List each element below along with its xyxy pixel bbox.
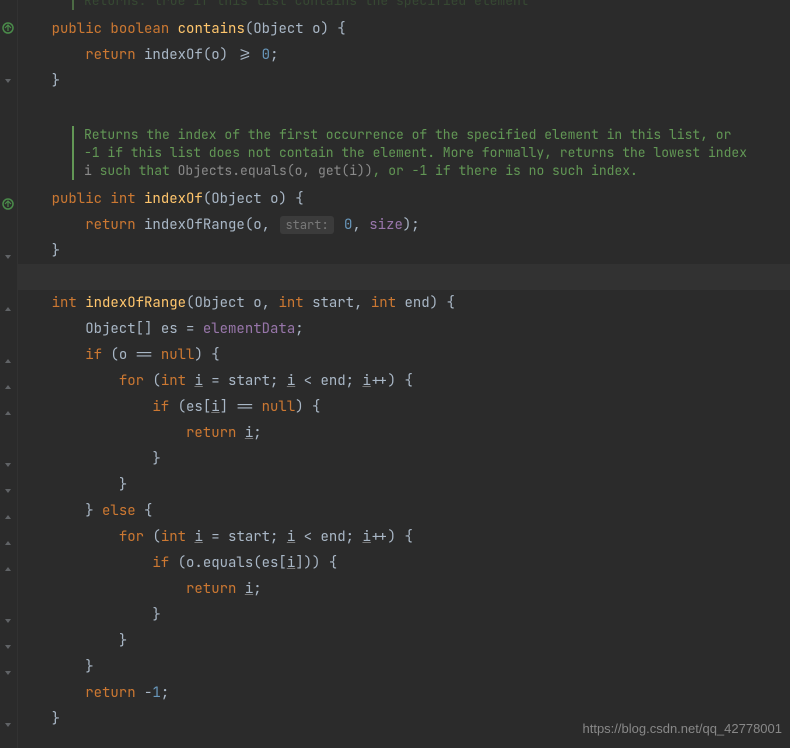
code-line: Object[] es = elementData;	[18, 316, 790, 342]
code-line: return indexOf(o) >= 0;	[18, 42, 790, 68]
code-content[interactable]: Returns: true if this list contains the …	[18, 0, 790, 748]
code-line: }	[18, 472, 790, 498]
param-hint: start:	[280, 216, 333, 234]
fold-open-icon[interactable]	[3, 408, 13, 418]
code-line: int indexOfRange(Object o, int start, in…	[18, 290, 790, 316]
code-line: for (int i = start; i < end; i++) {	[18, 368, 790, 394]
code-line: return i;	[18, 420, 790, 446]
gutter	[0, 0, 18, 748]
fold-close-icon[interactable]	[3, 76, 13, 86]
fold-close-icon[interactable]	[3, 460, 13, 470]
fold-close-icon[interactable]	[3, 720, 13, 730]
fold-open-icon[interactable]	[3, 512, 13, 522]
code-line: }	[18, 602, 790, 628]
fold-close-icon[interactable]	[3, 616, 13, 626]
fold-open-icon[interactable]	[3, 538, 13, 548]
doc-text: Returns: true if this list contains the …	[84, 0, 529, 9]
doc-text: , or -1 if there is no such index.	[373, 162, 638, 179]
code-line	[18, 94, 790, 120]
code-line: } else {	[18, 498, 790, 524]
code-line: return i;	[18, 576, 790, 602]
fold-open-icon[interactable]	[3, 304, 13, 314]
code-line: }	[18, 654, 790, 680]
code-line-current	[18, 264, 790, 290]
code-line: return indexOfRange(o, start: 0, size);	[18, 212, 790, 238]
code-line: if (o.equals(es[i])) {	[18, 550, 790, 576]
fold-open-icon[interactable]	[3, 356, 13, 366]
fold-close-icon[interactable]	[3, 252, 13, 262]
code-line: if (es[i] == null) {	[18, 394, 790, 420]
code-line: return -1;	[18, 680, 790, 706]
code-editor[interactable]: Returns: true if this list contains the …	[0, 0, 790, 748]
code-line: }	[18, 68, 790, 94]
code-line: }	[18, 446, 790, 472]
code-line: for (int i = start; i < end; i++) {	[18, 524, 790, 550]
override-icon[interactable]	[2, 21, 14, 33]
fold-open-icon[interactable]	[3, 382, 13, 392]
fold-close-icon[interactable]	[3, 486, 13, 496]
code-line: public boolean contains(Object o) {	[18, 16, 790, 42]
doc-text: such that	[92, 162, 178, 179]
javadoc-indexof: Returns the index of the first occurrenc…	[72, 126, 752, 180]
code-line: }	[18, 628, 790, 654]
fold-close-icon[interactable]	[3, 642, 13, 652]
fold-open-icon[interactable]	[3, 564, 13, 574]
doc-code: Objects.equals(o, get(i))	[178, 162, 373, 179]
override-icon[interactable]	[2, 197, 14, 209]
code-line: if (o == null) {	[18, 342, 790, 368]
fold-close-icon[interactable]	[3, 668, 13, 678]
code-line: public int indexOf(Object o) {	[18, 186, 790, 212]
doc-text: Returns the index of the first occurrenc…	[84, 126, 747, 161]
code-line: }	[18, 238, 790, 264]
javadoc-contains: Returns: true if this list contains the …	[72, 0, 752, 10]
watermark: https://blog.csdn.net/qq_42778001	[583, 721, 783, 736]
doc-code: i	[84, 162, 92, 179]
